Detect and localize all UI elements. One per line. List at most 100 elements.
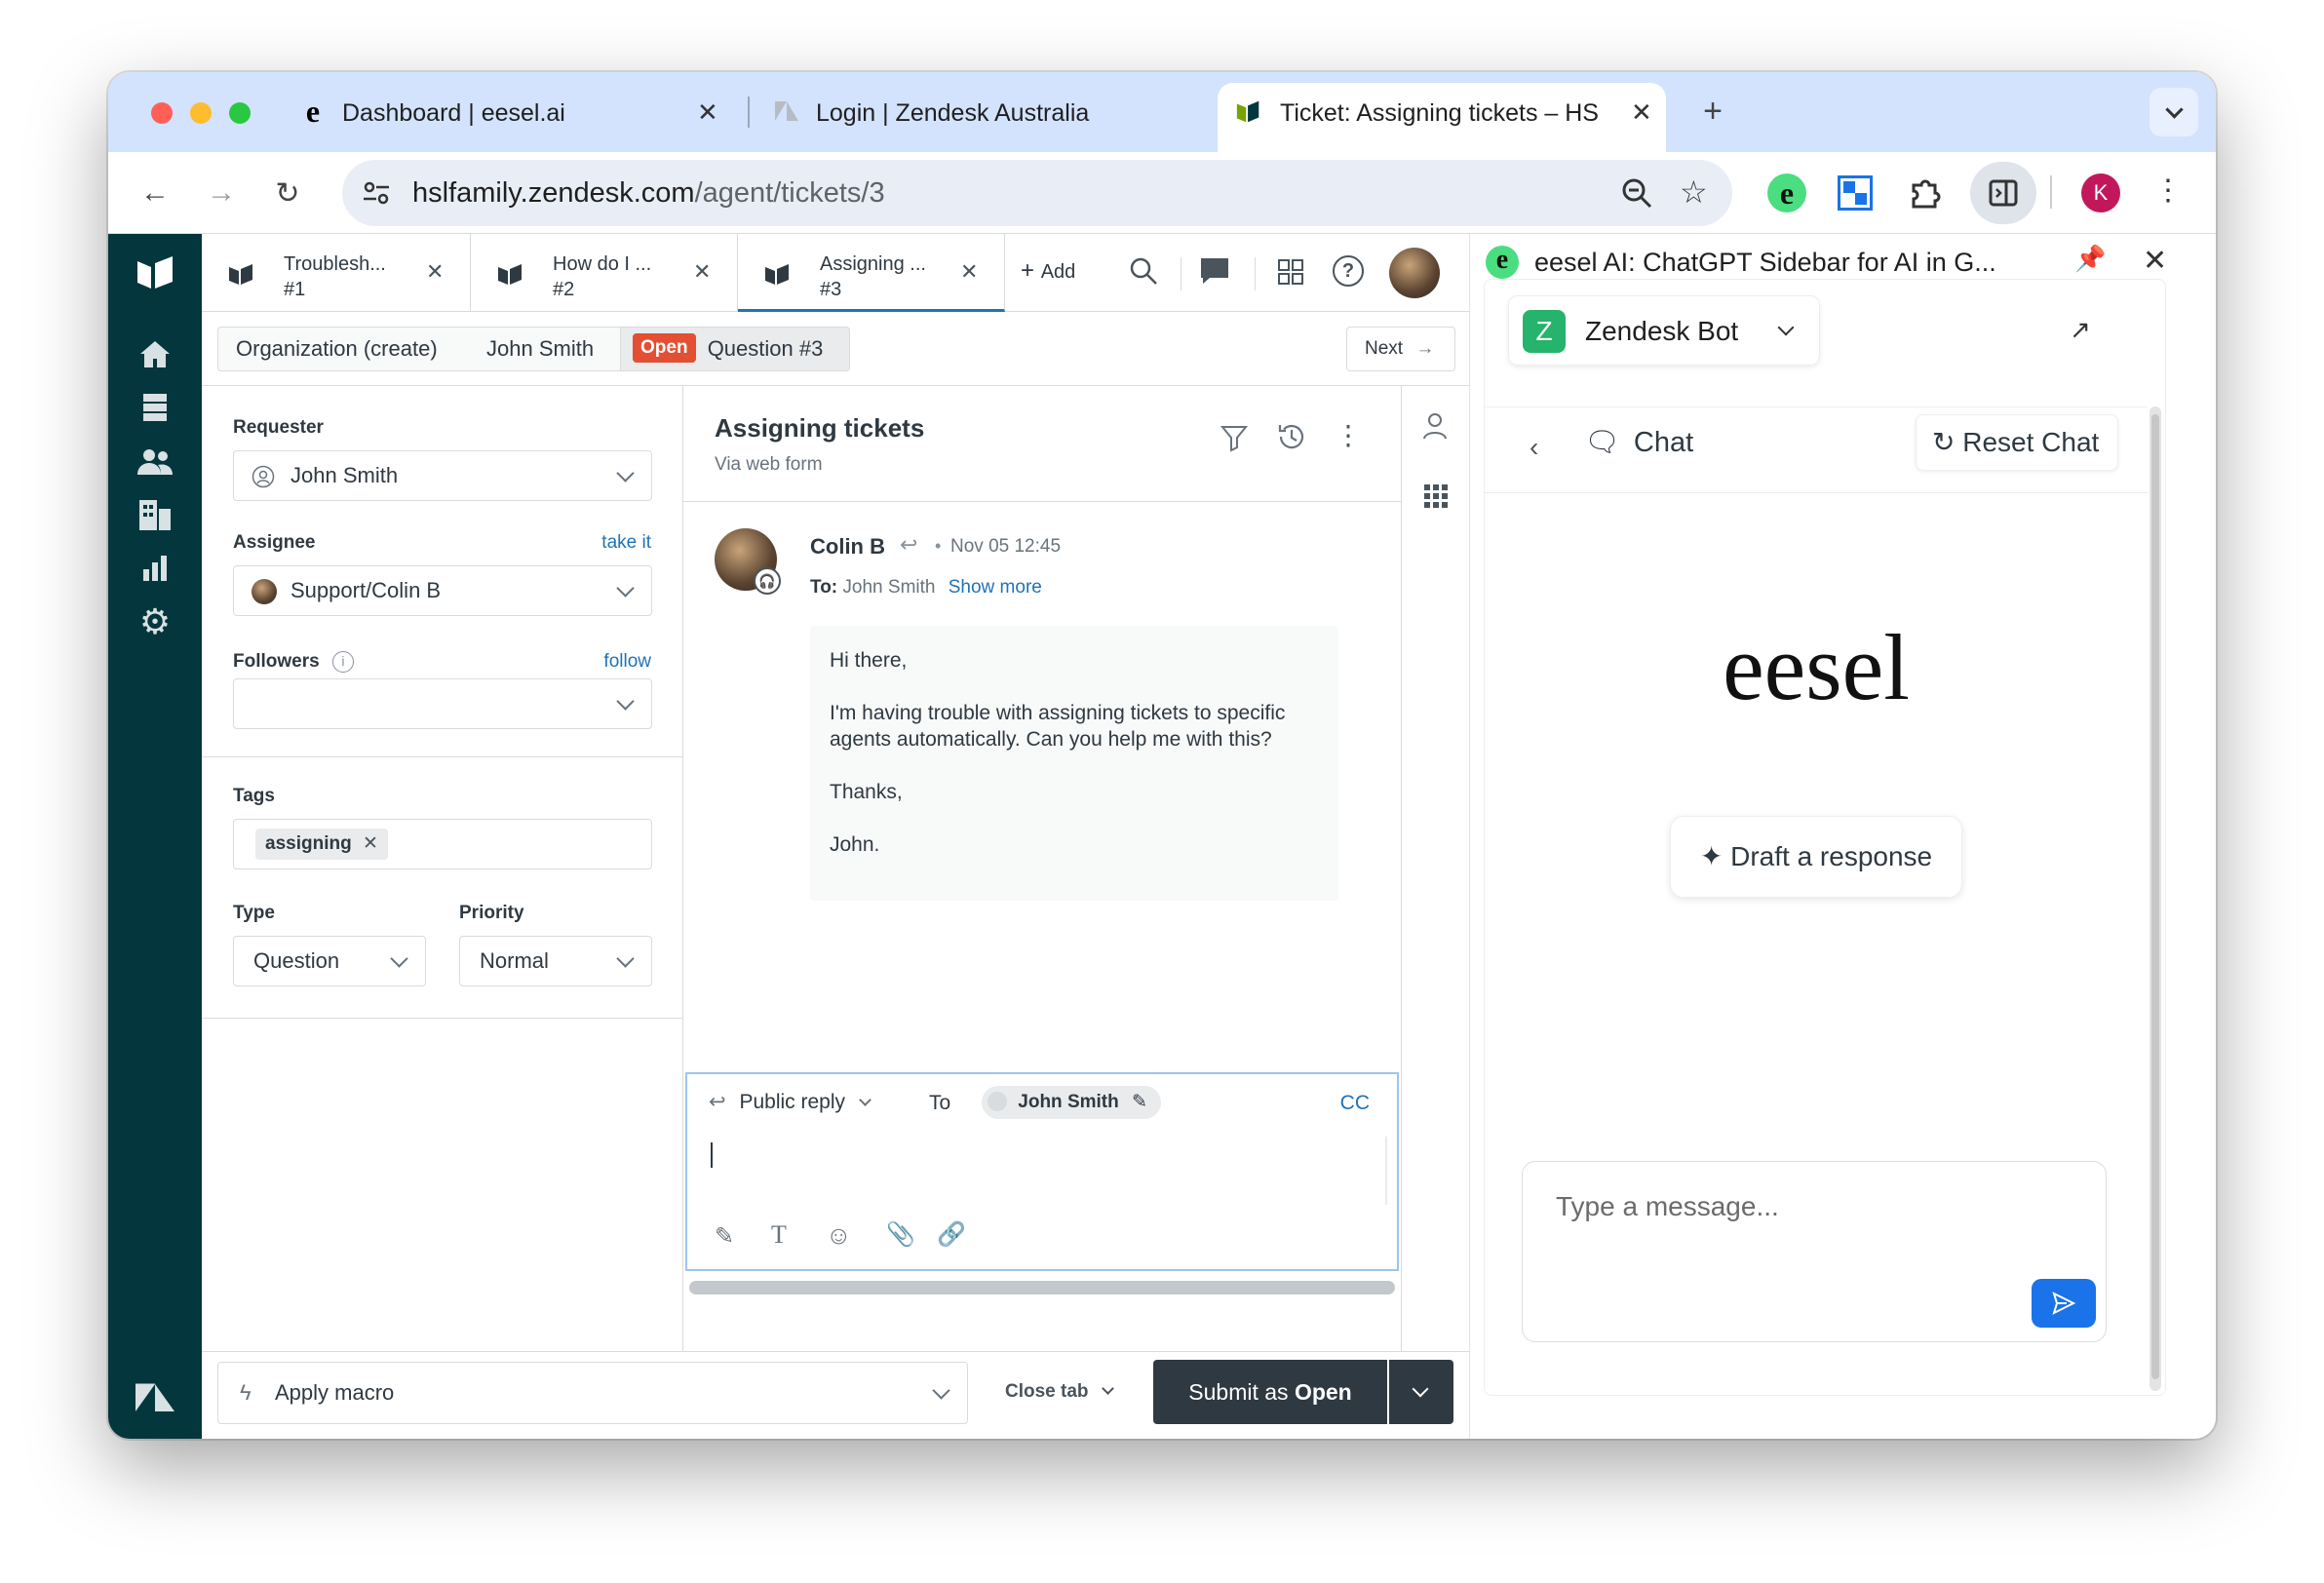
message-recipients: To: John Smith Show more xyxy=(810,577,1042,598)
admin-gear-icon[interactable]: ⚙ xyxy=(132,598,178,645)
close-tab-icon[interactable]: ✕ xyxy=(693,259,711,285)
search-icon[interactable] xyxy=(1128,255,1159,291)
text-format-icon[interactable]: T xyxy=(771,1220,787,1250)
close-tab-icon[interactable]: ✕ xyxy=(1631,97,1652,128)
attachment-icon[interactable]: 📎 xyxy=(886,1220,915,1249)
emoji-icon[interactable]: ☺ xyxy=(826,1220,852,1251)
filter-icon[interactable] xyxy=(1220,423,1249,457)
site-settings-icon[interactable] xyxy=(360,176,393,210)
browser-tab-ticket[interactable]: Ticket: Assigning tickets – HS ✕ xyxy=(1218,83,1666,152)
take-it-link[interactable]: take it xyxy=(601,532,651,554)
requester-select[interactable]: John Smith xyxy=(233,450,652,501)
ticket-tab-number: #1 xyxy=(284,279,306,300)
open-external-icon[interactable]: ↗ xyxy=(2070,315,2091,345)
priority-select[interactable]: Normal xyxy=(459,936,652,986)
scrollbar-thumb[interactable] xyxy=(2151,414,2159,1379)
submit-button[interactable]: Submit as Open xyxy=(1153,1360,1387,1424)
close-window-button[interactable] xyxy=(151,102,173,124)
ticket-tab-title: How do I ... xyxy=(553,253,652,275)
help-icon[interactable]: ? xyxy=(1333,255,1364,287)
horizontal-scrollbar[interactable] xyxy=(689,1281,1395,1294)
screen-capture-extension-icon[interactable] xyxy=(1838,175,1873,211)
chat-conversations-icon[interactable] xyxy=(1198,255,1231,291)
link-icon[interactable]: 🔗 xyxy=(937,1220,966,1249)
submit-options-button[interactable] xyxy=(1389,1360,1453,1424)
breadcrumb-ticket[interactable]: Open Question #3 xyxy=(620,327,850,371)
zoom-icon[interactable] xyxy=(1619,175,1654,211)
maximize-window-button[interactable] xyxy=(229,102,251,124)
ticket-label: Question #3 xyxy=(707,336,824,361)
ticket-tab-2[interactable]: How do I ... #2 ✕ xyxy=(471,234,738,312)
show-more-link[interactable]: Show more xyxy=(949,577,1042,598)
add-tab-button[interactable]: + Add xyxy=(1021,257,1075,285)
remove-tag-icon[interactable]: ✕ xyxy=(363,833,378,854)
apply-macro-select[interactable]: ϟ Apply macro xyxy=(217,1362,968,1424)
extensions-puzzle-icon[interactable] xyxy=(1906,174,1945,212)
zendesk-support-logo-icon[interactable] xyxy=(132,250,178,296)
views-icon[interactable] xyxy=(132,384,178,431)
user-avatar[interactable] xyxy=(1389,248,1440,298)
composer-scrollbar[interactable] xyxy=(1385,1137,1387,1205)
ticket-tab-3[interactable]: Assigning ... #3 ✕ xyxy=(738,234,1005,312)
tab-search-button[interactable] xyxy=(2150,88,2198,136)
reply-composer[interactable]: ↩ Public reply To John Smith ✎ CC ✎ T ☺ … xyxy=(685,1072,1399,1271)
close-tab-icon[interactable]: ✕ xyxy=(697,97,718,128)
address-bar[interactable]: hslfamily.zendesk.com/agent/tickets/3 ☆ xyxy=(342,160,1732,226)
browser-menu-icon[interactable]: ⋮ xyxy=(2153,172,2183,211)
new-tab-icon[interactable]: + xyxy=(1691,90,1734,133)
reporting-icon[interactable] xyxy=(132,544,178,591)
customers-icon[interactable] xyxy=(132,439,178,485)
text-cursor xyxy=(711,1142,713,1168)
breadcrumb-user[interactable]: John Smith xyxy=(469,327,621,371)
bot-selector[interactable]: Z Zendesk Bot xyxy=(1508,295,1820,366)
type-select[interactable]: Question xyxy=(233,936,426,986)
history-icon[interactable] xyxy=(1276,421,1307,457)
panel-scrollbar[interactable] xyxy=(2150,406,2161,1391)
follow-link[interactable]: follow xyxy=(603,651,651,673)
next-button[interactable]: Next → xyxy=(1346,327,1455,371)
message-author[interactable]: Colin B xyxy=(810,534,885,560)
chat-tab[interactable]: 🗨 Chat xyxy=(1584,426,1693,459)
breadcrumb-organization[interactable]: Organization (create) xyxy=(217,327,470,371)
edit-pencil-icon[interactable]: ✎ xyxy=(1132,1092,1147,1112)
more-options-icon[interactable]: ⋮ xyxy=(1335,419,1362,451)
back-arrow-icon[interactable]: ← xyxy=(134,172,176,214)
reply-arrow-icon: ↩ xyxy=(709,1091,726,1113)
info-icon[interactable]: i xyxy=(331,651,354,673)
send-icon xyxy=(2052,1292,2076,1315)
minimize-window-button[interactable] xyxy=(190,102,212,124)
ticket-tab-bar: Troublesh... #1 ✕ How do I ... #2 ✕ Assign… xyxy=(202,234,1469,312)
close-tab-icon[interactable]: ✕ xyxy=(426,259,444,285)
followers-select[interactable] xyxy=(233,678,652,729)
profile-avatar[interactable]: K xyxy=(2081,174,2120,212)
eesel-extension-icon[interactable]: e xyxy=(1767,174,1806,212)
send-button[interactable] xyxy=(2032,1279,2096,1328)
apps-grid-icon[interactable] xyxy=(1423,483,1449,514)
close-panel-icon[interactable]: ✕ xyxy=(2143,244,2167,278)
cc-link[interactable]: CC xyxy=(1340,1092,1370,1115)
reload-icon[interactable]: ↻ xyxy=(266,172,309,214)
close-tab-icon[interactable]: ✕ xyxy=(960,259,978,285)
reply-mode-selector[interactable]: ↩ Public reply xyxy=(709,1090,872,1114)
organizations-icon[interactable] xyxy=(132,491,178,538)
assignee-select[interactable]: Support/Colin B xyxy=(233,565,652,616)
close-tab-dropdown[interactable]: Close tab xyxy=(1005,1381,1114,1403)
compose-icon[interactable]: ✎ xyxy=(715,1222,734,1251)
back-chevron-icon[interactable]: ‹ xyxy=(1530,432,1538,463)
chevron-down-icon xyxy=(2164,99,2184,119)
product-tray-icon[interactable] xyxy=(1276,257,1305,291)
side-panel-button[interactable] xyxy=(1970,162,2036,224)
forward-arrow-icon[interactable]: → xyxy=(200,172,243,214)
ticket-tab-1[interactable]: Troublesh... #1 ✕ xyxy=(202,234,471,312)
reset-chat-button[interactable]: ↻ Reset Chat xyxy=(1916,414,2118,471)
browser-tab-dashboard[interactable]: e Dashboard | eesel.ai ✕ xyxy=(284,83,742,152)
recipient-chip[interactable]: John Smith ✎ xyxy=(982,1086,1161,1119)
tags-input[interactable]: assigning ✕ xyxy=(233,819,652,869)
message-input[interactable]: Type a message... xyxy=(1522,1161,2107,1342)
bookmark-star-icon[interactable]: ☆ xyxy=(1680,174,1708,211)
draft-response-button[interactable]: ✦ Draft a response xyxy=(1670,816,1962,898)
user-profile-icon[interactable] xyxy=(1421,411,1449,445)
home-icon[interactable] xyxy=(132,331,178,378)
pin-icon[interactable]: 📌 xyxy=(2074,244,2106,274)
zendesk-products-icon[interactable] xyxy=(132,1374,178,1421)
